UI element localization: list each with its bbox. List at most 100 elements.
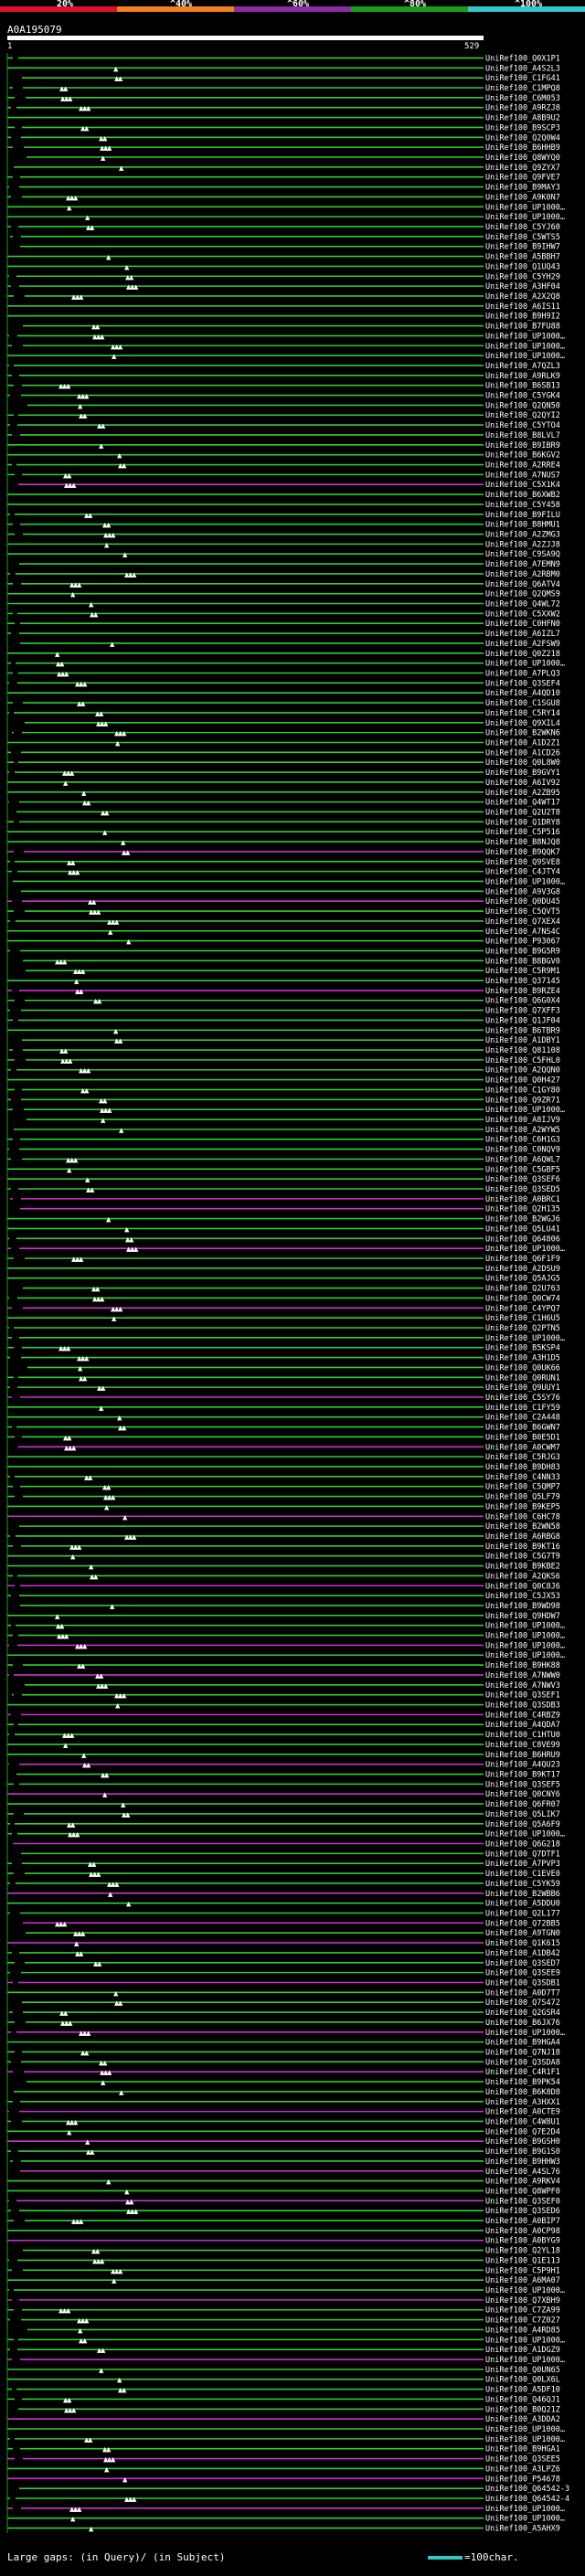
hit-label[interactable]: UniRef100_C4R1F1 [485, 2068, 560, 2077]
hit-label[interactable]: UniRef100_P93067 [485, 938, 560, 947]
hit-label[interactable]: UniRef100_UP1000… [485, 1106, 565, 1115]
hit-label[interactable]: UniRef100_Q6ATV4 [485, 580, 560, 589]
hit-label[interactable]: UniRef100_Q3SDB1 [485, 1978, 560, 1988]
hit-label[interactable]: UniRef100_A6RBG8 [485, 1532, 560, 1542]
hit-label[interactable]: UniRef100_C5RY14 [485, 709, 560, 718]
hit-label[interactable]: UniRef100_B6XWB2 [485, 491, 560, 500]
hit-label[interactable]: UniRef100_C2A448 [485, 1414, 560, 1423]
hit-label[interactable]: UniRef100_C5JX53 [485, 1592, 560, 1601]
hit-label[interactable]: UniRef100_UP1000… [485, 877, 565, 886]
hit-label[interactable]: UniRef100_UP1000… [485, 1632, 565, 1641]
hit-label[interactable]: UniRef100_Q4WT17 [485, 799, 560, 808]
hit-label[interactable]: UniRef100_B9IBR9 [485, 441, 560, 451]
hit-label[interactable]: UniRef100_C4W8U1 [485, 2117, 560, 2126]
hit-label[interactable]: UniRef100_Q0LX6L [485, 2376, 560, 2385]
hit-label[interactable]: UniRef100_A1DBY1 [485, 1036, 560, 1045]
hit-label[interactable]: UniRef100_C5YTO4 [485, 421, 560, 430]
hit-label[interactable]: UniRef100_Q0CW74 [485, 1294, 560, 1303]
hit-label[interactable]: UniRef100_Q6F1F9 [485, 1255, 560, 1264]
hit-label[interactable]: UniRef100_A9K0N7 [485, 193, 560, 202]
hit-label[interactable]: UniRef100_B9HHW3 [485, 2157, 560, 2167]
hit-label[interactable]: UniRef100_A7NWW0 [485, 1671, 560, 1680]
hit-label[interactable]: UniRef100_Q72BB5 [485, 1919, 560, 1928]
hit-label[interactable]: UniRef100_A0CP98 [485, 2227, 560, 2236]
hit-label[interactable]: UniRef100_C5WTS5 [485, 233, 560, 242]
hit-label[interactable]: UniRef100_Q7XBH9 [485, 2296, 560, 2306]
hit-label[interactable]: UniRef100_C1FG41 [485, 74, 560, 83]
hit-label[interactable]: UniRef100_B9WD98 [485, 1602, 560, 1611]
hit-label[interactable]: UniRef100_C5P9H1 [485, 2266, 560, 2275]
hit-label[interactable]: UniRef100_A7NUS7 [485, 471, 560, 480]
hit-label[interactable]: UniRef100_C4JTY4 [485, 868, 560, 877]
hit-label[interactable]: UniRef100_A4QD10 [485, 689, 560, 698]
hit-label[interactable]: UniRef100_B6JX76 [485, 2019, 560, 2028]
hit-label[interactable]: UniRef100_C6M053 [485, 94, 560, 103]
hit-label[interactable]: UniRef100_Q81108 [485, 1046, 560, 1055]
hit-label[interactable]: UniRef100_A5AHX9 [485, 2525, 560, 2534]
hit-label[interactable]: UniRef100_A7PLQ3 [485, 670, 560, 679]
hit-label[interactable]: UniRef100_A2X2Q8 [485, 292, 560, 302]
hit-label[interactable]: UniRef100_A4QDA7 [485, 1721, 560, 1730]
hit-label[interactable]: UniRef100_Q5LIK7 [485, 1810, 560, 1819]
hit-label[interactable]: UniRef100_A9TGN0 [485, 1929, 560, 1938]
hit-label[interactable]: UniRef100_A8B9U2 [485, 114, 560, 123]
hit-label[interactable]: UniRef100_UP1000… [485, 1622, 565, 1631]
hit-label[interactable]: UniRef100_C5GBF5 [485, 1165, 560, 1174]
hit-label[interactable]: UniRef100_A9RZJ8 [485, 104, 560, 113]
hit-label[interactable]: UniRef100_B9HK88 [485, 1661, 560, 1670]
hit-label[interactable]: UniRef100_Q9ZR71 [485, 1096, 560, 1105]
hit-label[interactable]: UniRef100_C5QMP7 [485, 1483, 560, 1492]
hit-label[interactable]: UniRef100_Q64806 [485, 1235, 560, 1244]
hit-label[interactable]: UniRef100_C5FHL0 [485, 1056, 560, 1065]
hit-label[interactable]: UniRef100_Q1K615 [485, 1939, 560, 1948]
hit-label[interactable]: UniRef100_A2ZMG3 [485, 531, 560, 540]
hit-label[interactable]: UniRef100_C5G7T9 [485, 1553, 560, 1562]
hit-label[interactable]: UniRef100_B9H9I2 [485, 313, 560, 322]
hit-label[interactable]: UniRef100_B8NJQ8 [485, 838, 560, 847]
hit-label[interactable]: UniRef100_B9KT17 [485, 1771, 560, 1780]
hit-label[interactable]: UniRef100_B9G1S0 [485, 2147, 560, 2157]
hit-label[interactable]: UniRef100_C7Z027 [485, 2316, 560, 2326]
hit-label[interactable]: UniRef100_B6SB13 [485, 382, 560, 391]
hit-label[interactable]: UniRef100_UP1000… [485, 1245, 565, 1254]
hit-label[interactable]: UniRef100_C5Y458 [485, 501, 560, 510]
hit-label[interactable]: UniRef100_B6KGV2 [485, 451, 560, 461]
hit-label[interactable]: UniRef100_B9IHW7 [485, 243, 560, 252]
hit-label[interactable]: UniRef100_C5YJ60 [485, 223, 560, 232]
hit-label[interactable]: UniRef100_Q3SEF5 [485, 1780, 560, 1789]
hit-label[interactable]: UniRef100_B6HHB9 [485, 143, 560, 153]
hit-label[interactable]: UniRef100_Q3SEF1 [485, 1691, 560, 1701]
hit-label[interactable]: UniRef100_C0NQV9 [485, 1146, 560, 1155]
hit-label[interactable]: UniRef100_A2QKS6 [485, 1572, 560, 1581]
hit-label[interactable]: UniRef100_Q0RUN1 [485, 1373, 560, 1383]
hit-label[interactable]: UniRef100_B0E5D1 [485, 1433, 560, 1442]
hit-label[interactable]: UniRef100_C5QVT5 [485, 907, 560, 917]
hit-label[interactable]: UniRef100_Q3SED5 [485, 1185, 560, 1194]
hit-label[interactable]: UniRef100_Q2PTN5 [485, 1324, 560, 1333]
hit-label[interactable]: UniRef100_Q64542-3 [485, 2485, 569, 2494]
hit-label[interactable]: UniRef100_C5SY76 [485, 1394, 560, 1403]
hit-label[interactable]: UniRef100_A3HXX1 [485, 2098, 560, 2107]
hit-label[interactable]: UniRef100_UP1000… [485, 2286, 565, 2295]
hit-label[interactable]: UniRef100_A2DSU9 [485, 1265, 560, 1274]
hit-label[interactable]: UniRef100_C5YK59 [485, 1880, 560, 1889]
hit-label[interactable]: UniRef100_Q3SED6 [485, 2207, 560, 2216]
hit-label[interactable]: UniRef100_Q2Q0W4 [485, 133, 560, 143]
hit-label[interactable]: UniRef100_C8VE99 [485, 1741, 560, 1750]
hit-label[interactable]: UniRef100_A6IS11 [485, 302, 560, 312]
hit-label[interactable]: UniRef100_B9RZE4 [485, 987, 560, 996]
hit-label[interactable]: UniRef100_UP1000… [485, 1651, 565, 1660]
hit-label[interactable]: UniRef100_Q9UUY1 [485, 1383, 560, 1393]
hit-label[interactable]: UniRef100_C6HC78 [485, 1512, 560, 1521]
hit-label[interactable]: UniRef100_Q7XEX4 [485, 917, 560, 927]
hit-label[interactable]: UniRef100_Q0L8W0 [485, 758, 560, 768]
hit-label[interactable]: UniRef100_UP1000… [485, 1641, 565, 1650]
hit-label[interactable]: UniRef100_Q7DTF1 [485, 1850, 560, 1859]
hit-label[interactable]: UniRef100_Q3SEF0 [485, 2197, 560, 2206]
hit-label[interactable]: UniRef100_A0BIP7 [485, 2217, 560, 2226]
hit-label[interactable]: UniRef100_B6GWN7 [485, 1424, 560, 1433]
hit-label[interactable]: UniRef100_Q0C8J6 [485, 1582, 560, 1591]
hit-label[interactable]: UniRef100_A3H1D5 [485, 1354, 560, 1363]
hit-label[interactable]: UniRef100_UP1000… [485, 2356, 565, 2365]
hit-label[interactable]: UniRef100_UP1000… [485, 2425, 565, 2434]
